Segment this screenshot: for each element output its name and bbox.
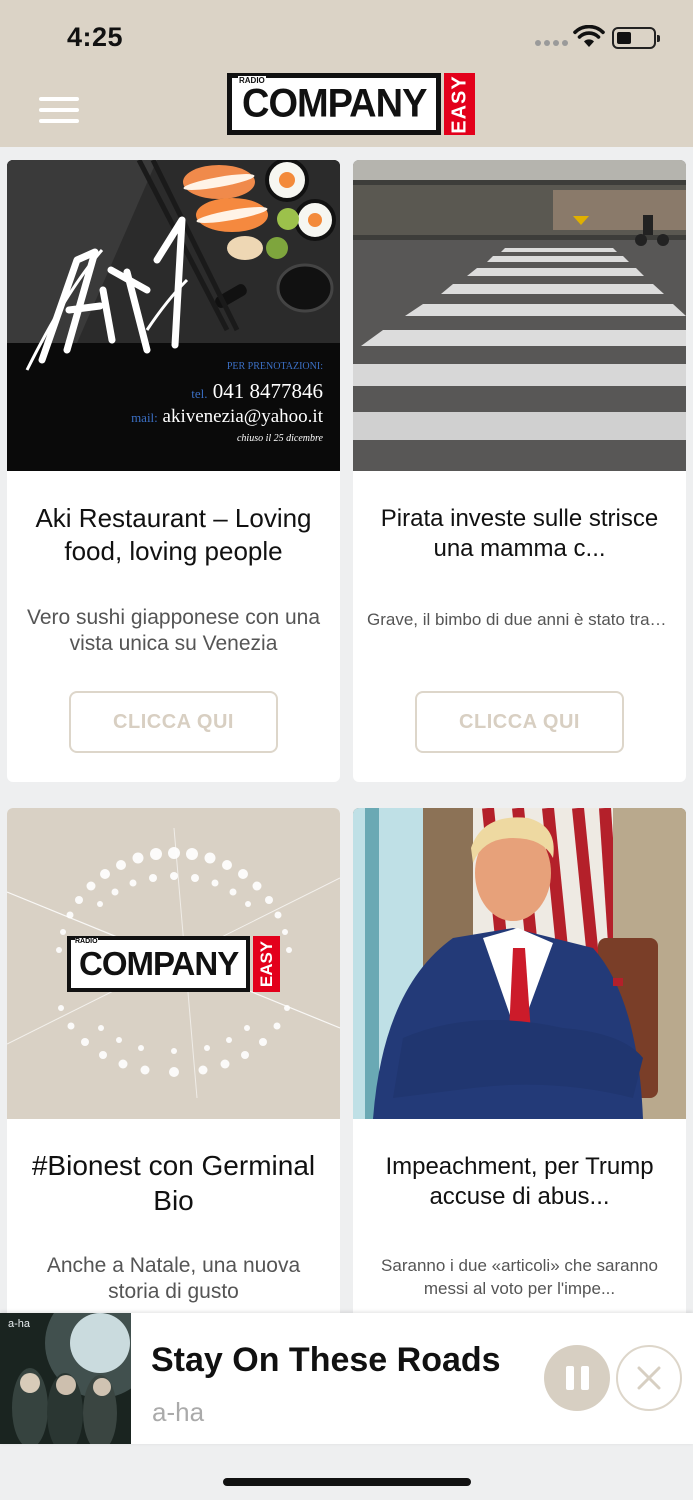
status-time: 4:25 (67, 22, 124, 52)
aki-closed-note: chiuso il 25 dicembre (237, 433, 324, 444)
card-title: #Bionest con Germinal Bio (31, 1150, 316, 1216)
aki-booking-label: PER PRENOTAZIONI: (227, 361, 323, 372)
close-icon (637, 1366, 661, 1390)
app-header: RADIO COMPANY EASY (0, 66, 693, 147)
home-indicator[interactable] (223, 1478, 471, 1486)
clicca-qui-button[interactable]: CLICCA QUI (415, 691, 624, 753)
wifi-icon (573, 25, 605, 47)
card-title: Impeachment, per Trump accuse di abus... (385, 1153, 654, 1210)
radio-company-logo-image: RADIO COMPANY EASY (7, 808, 340, 1119)
card-subtitle: Saranno i due «articoli» che saranno mes… (381, 1256, 658, 1298)
now-playing-bar[interactable]: a-ha Stay On These Roads a-ha (0, 1313, 693, 1444)
aki-tel-label: tel. (191, 386, 207, 401)
aki-tel-number: 041 8477846 (213, 379, 323, 403)
aki-mail: akivenezia@yahoo.it (163, 406, 324, 427)
radio-company-easy-logo: RADIO COMPANY EASY (227, 73, 476, 135)
card-title: Aki Restaurant – Loving food, loving peo… (35, 503, 312, 566)
trump-photo (353, 808, 686, 1119)
pause-button[interactable] (544, 1345, 610, 1411)
card-title: Pirata investe sulle strisce una mamma c… (380, 505, 659, 562)
card-subtitle: Anche a Natale, una nuova storia di gust… (46, 1254, 301, 1303)
album-cover-band: a-ha (8, 1318, 31, 1330)
close-player-button[interactable] (616, 1345, 682, 1411)
pause-icon (565, 1366, 574, 1390)
card-subtitle: Vero sushi giapponese con una vista unic… (26, 606, 321, 655)
crosswalk-image (353, 160, 686, 471)
battery-icon (612, 27, 660, 49)
clicca-qui-button[interactable]: CLICCA QUI (69, 691, 278, 753)
news-card-impeachment[interactable]: Impeachment, per Trump accuse di abus...… (353, 808, 686, 1328)
logo-easy-text: EASY (448, 74, 471, 134)
logo-company-text: COMPANY (242, 81, 427, 126)
card-subtitle: Grave, il bimbo di due anni è stato tras… (367, 610, 672, 629)
aki-mail-label: mail: (131, 410, 158, 425)
status-bar: 4:25 (0, 0, 693, 66)
logo-company-text: COMPANY (79, 945, 239, 982)
menu-icon[interactable] (39, 97, 79, 123)
aki-restaurant-image: PER PRENOTAZIONI: tel. 041 8477846 mail:… (7, 160, 340, 471)
news-card-bionest[interactable]: RADIO COMPANY EASY #Bionest con Germinal… (7, 808, 340, 1328)
song-title: Stay On These Roads (151, 1341, 501, 1379)
cellular-signal-icon (535, 40, 568, 46)
artist-name: a-ha (152, 1397, 205, 1427)
news-card-aki[interactable]: PER PRENOTAZIONI: tel. 041 8477846 mail:… (7, 160, 340, 782)
album-cover: a-ha (0, 1313, 131, 1444)
news-card-pirata[interactable]: Pirata investe sulle strisce una mamma c… (353, 160, 686, 782)
logo-radio-text: RADIO (75, 938, 98, 945)
svg-text:tel. 041 8477846: tel. 041 8477846 (191, 379, 323, 403)
svg-text:mail: akivenezia@yahoo.it: mail: akivenezia@yahoo.it (131, 406, 324, 427)
logo-easy-text: EASY (256, 940, 276, 988)
